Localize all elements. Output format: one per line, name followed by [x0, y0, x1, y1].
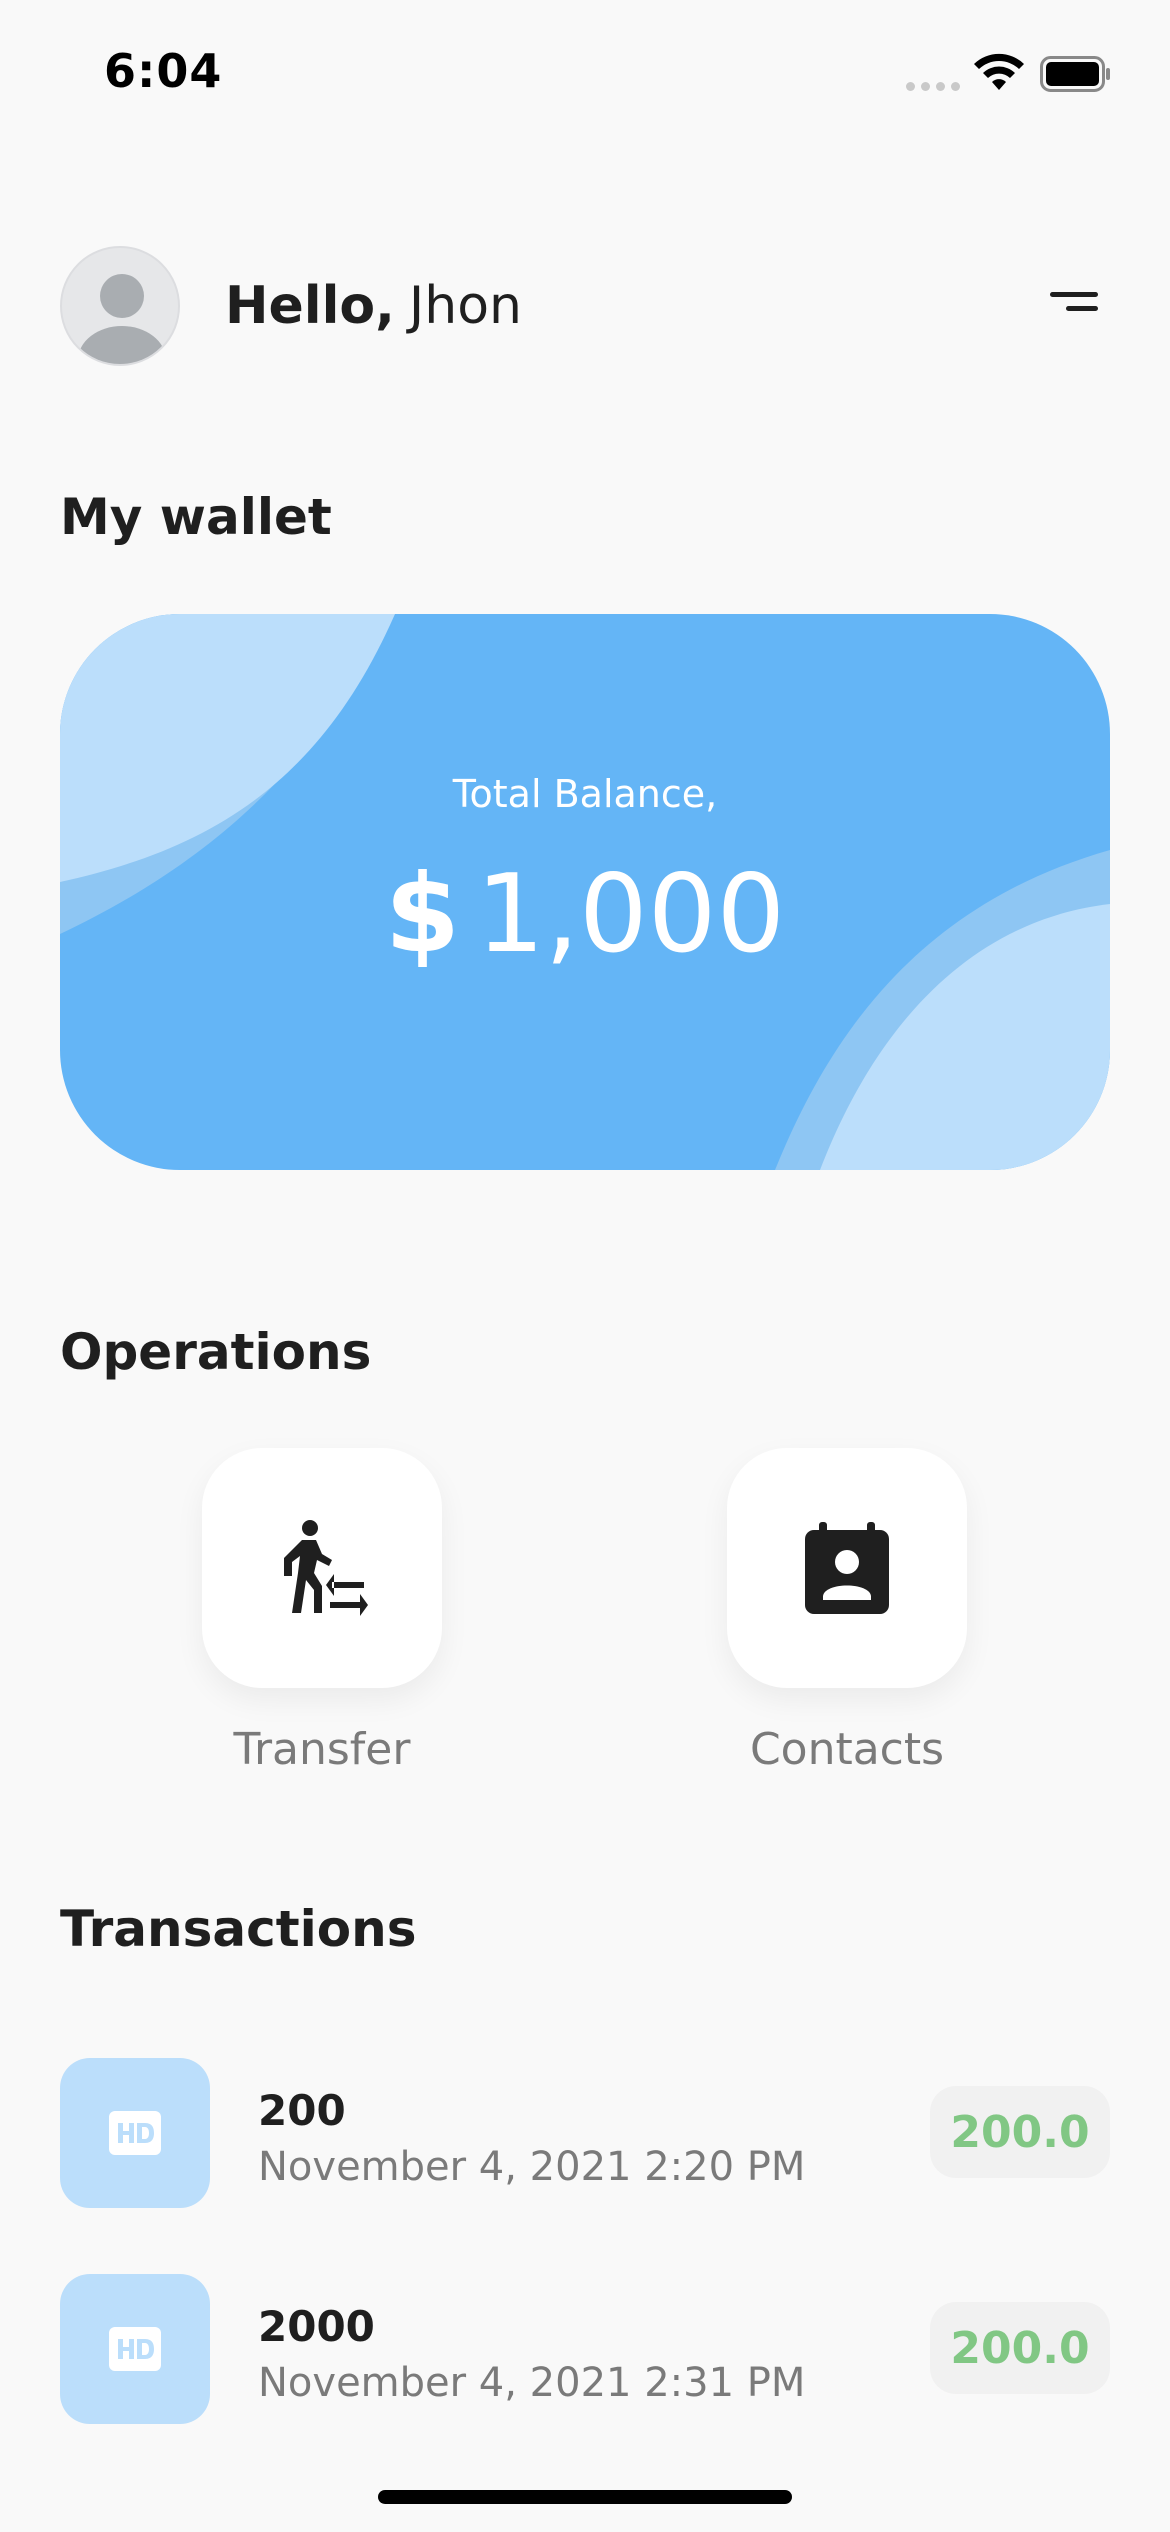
transaction-row[interactable]: 2000 November 4, 2021 2:31 PM 200.0 — [60, 2274, 1110, 2424]
user-placeholder-icon — [78, 274, 166, 364]
transaction-thumbnail — [60, 2058, 210, 2208]
wifi-icon — [974, 53, 1024, 90]
greeting: Hello, Jhon — [225, 276, 522, 336]
battery-icon — [1040, 56, 1110, 92]
avatar[interactable] — [60, 246, 180, 366]
hd-icon — [109, 2327, 161, 2371]
transaction-amount: 200.0 — [930, 2086, 1110, 2178]
transfer-icon — [284, 1520, 368, 1616]
transfer-label: Transfer — [233, 1724, 411, 1775]
wallet-section-title: My wallet — [60, 488, 332, 546]
contacts-icon — [805, 1522, 889, 1614]
status-time: 6:04 — [104, 44, 223, 98]
transaction-date: November 4, 2021 2:20 PM — [258, 2144, 806, 2190]
operations-section-title: Operations — [60, 1323, 372, 1381]
currency-symbol: $ — [384, 852, 460, 977]
balance-value: 1,000 — [475, 852, 786, 977]
transfer-button[interactable] — [202, 1448, 442, 1688]
operation-contacts[interactable]: Contacts — [727, 1448, 967, 1775]
status-bar: 6:04 — [0, 0, 1170, 150]
transactions-section-title: Transactions — [60, 1900, 417, 1958]
transaction-thumbnail — [60, 2274, 210, 2424]
cellular-signal-icon — [906, 82, 960, 92]
transaction-date: November 4, 2021 2:31 PM — [258, 2360, 806, 2406]
greeting-user-name: Jhon — [408, 276, 522, 336]
hd-icon — [109, 2111, 161, 2155]
greeting-hello: Hello, — [225, 276, 395, 336]
contacts-label: Contacts — [749, 1724, 945, 1775]
home-indicator[interactable] — [378, 2490, 792, 2504]
transaction-amount: 200.0 — [930, 2302, 1110, 2394]
total-balance-amount: $1,000 — [60, 852, 1110, 977]
wallet-card[interactable]: Total Balance, $1,000 — [60, 614, 1110, 1170]
transaction-title: 200 — [258, 2086, 346, 2135]
menu-icon[interactable] — [1044, 292, 1098, 318]
transaction-title: 2000 — [258, 2302, 375, 2351]
contacts-button[interactable] — [727, 1448, 967, 1688]
total-balance-label: Total Balance, — [452, 772, 718, 816]
operation-transfer[interactable]: Transfer — [202, 1448, 442, 1775]
transaction-row[interactable]: 200 November 4, 2021 2:20 PM 200.0 — [60, 2058, 1110, 2208]
